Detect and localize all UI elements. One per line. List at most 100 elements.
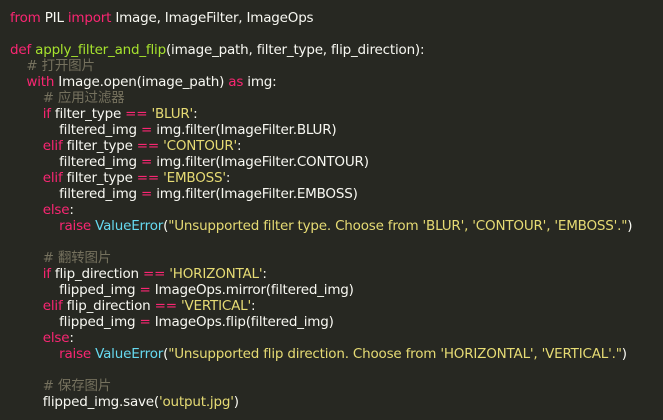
code-text: Image, ImageFilter, ImageOps: [111, 10, 314, 26]
code-text: filter_type: [62, 170, 137, 186]
code-text: ImageOps.mirror(filtered_img): [150, 282, 354, 298]
code-line[interactable]: flipped_img = ImageOps.mirror(filtered_i…: [10, 282, 354, 298]
code-exception: ValueError: [95, 218, 164, 234]
code-string: 'output.jpg': [158, 394, 234, 410]
code-text: filter_type: [62, 138, 137, 154]
code-keyword: import: [67, 10, 112, 26]
code-line[interactable]: flipped_img.save('output.jpg'): [10, 394, 239, 410]
code-line[interactable]: elif filter_type == 'CONTOUR':: [10, 138, 242, 154]
code-line[interactable]: filtered_img = img.filter(ImageFilter.CO…: [10, 154, 369, 170]
code-line[interactable]: filtered_img = img.filter(ImageFilter.BL…: [10, 122, 337, 138]
code-keyword: with: [26, 74, 55, 90]
code-text: flipped_img: [59, 282, 140, 298]
code-keyword: =: [141, 122, 153, 138]
code-text: img.filter(ImageFilter.BLUR): [152, 122, 337, 138]
code-editor[interactable]: from PIL import Image, ImageFilter, Imag…: [0, 0, 663, 420]
code-keyword: elif: [42, 298, 63, 314]
code-text: img.filter(ImageFilter.CONTOUR): [152, 154, 369, 170]
code-text: filter_type: [50, 106, 126, 122]
code-text: ): [627, 218, 633, 234]
code-line[interactable]: raise ValueError("Unsupported flip direc…: [10, 346, 627, 362]
code-line[interactable]: flipped_img = ImageOps.flip(filtered_img…: [10, 314, 334, 330]
code-text: :: [262, 266, 267, 282]
code-line[interactable]: elif flip_direction == 'VERTICAL':: [10, 298, 256, 314]
code-line[interactable]: # 保存图片: [10, 378, 112, 394]
code-line[interactable]: else:: [10, 202, 74, 218]
code-text: ImageOps.flip(filtered_img): [150, 314, 334, 330]
code-line[interactable]: raise ValueError("Unsupported filter typ…: [10, 218, 632, 234]
code-text: img.filter(ImageFilter.EMBOSS): [152, 186, 358, 202]
code-text: :: [250, 298, 256, 314]
code-text: ): [233, 394, 239, 410]
code-string: 'CONTOUR': [163, 138, 238, 154]
code-comment: # 保存图片: [42, 378, 112, 394]
code-text: filtered_img: [59, 186, 142, 202]
code-comment: # 应用过滤器: [42, 90, 125, 106]
code-string: "Unsupported flip direction. Choose from…: [168, 346, 622, 362]
code-text: :: [225, 170, 231, 186]
code-keyword: def: [10, 42, 32, 58]
code-line[interactable]: def apply_filter_and_flip(image_path, fi…: [10, 42, 425, 58]
code-line[interactable]: # 应用过滤器: [10, 90, 125, 106]
code-line[interactable]: with Image.open(image_path) as img:: [10, 74, 277, 90]
code-line[interactable]: filtered_img = img.filter(ImageFilter.EM…: [10, 186, 358, 202]
code-line[interactable]: if flip_direction == 'HORIZONTAL':: [10, 266, 267, 282]
code-text: img:: [243, 74, 277, 90]
code-line[interactable]: else:: [10, 330, 74, 346]
code-text: :: [69, 330, 74, 346]
code-exception: ValueError: [95, 346, 164, 362]
code-line[interactable]: from PIL import Image, ImageFilter, Imag…: [10, 10, 314, 26]
code-text: filtered_img: [59, 122, 142, 138]
code-keyword: if: [42, 266, 51, 282]
code-text: :: [237, 138, 242, 154]
code-line[interactable]: elif filter_type == 'EMBOSS':: [10, 170, 231, 186]
code-function-name: apply_filter_and_flip: [35, 42, 166, 58]
code-text: flip_direction: [50, 266, 143, 282]
code-keyword: =: [141, 186, 153, 202]
code-text: (image_path, filter_type, flip_direction…: [165, 42, 425, 58]
code-keyword: ==: [142, 266, 166, 282]
code-keyword: ==: [136, 170, 160, 186]
code-string: 'EMBOSS': [163, 170, 226, 186]
code-keyword: elif: [42, 138, 63, 154]
code-keyword: raise: [59, 218, 92, 234]
code-keyword: else: [42, 202, 70, 218]
code-line[interactable]: # 翻转图片: [10, 250, 112, 266]
code-keyword: raise: [59, 346, 92, 362]
code-keyword: ==: [125, 106, 148, 122]
code-comment: # 打开图片: [26, 58, 95, 74]
code-text: :: [193, 106, 198, 122]
code-keyword: =: [139, 314, 151, 330]
code-text: flipped_img.save(: [42, 394, 159, 410]
code-keyword: from: [10, 10, 41, 26]
code-keyword: else: [42, 330, 70, 346]
code-text: PIL: [40, 10, 68, 26]
code-text: filtered_img: [59, 154, 142, 170]
code-text: ): [621, 346, 627, 362]
code-keyword: =: [139, 282, 151, 298]
code-keyword: as: [228, 74, 244, 90]
code-line[interactable]: # 打开图片: [10, 58, 95, 74]
code-string: 'BLUR': [151, 106, 194, 122]
code-line[interactable]: if filter_type == 'BLUR':: [10, 106, 198, 122]
code-comment: # 翻转图片: [42, 250, 112, 266]
code-keyword: ==: [154, 298, 177, 314]
